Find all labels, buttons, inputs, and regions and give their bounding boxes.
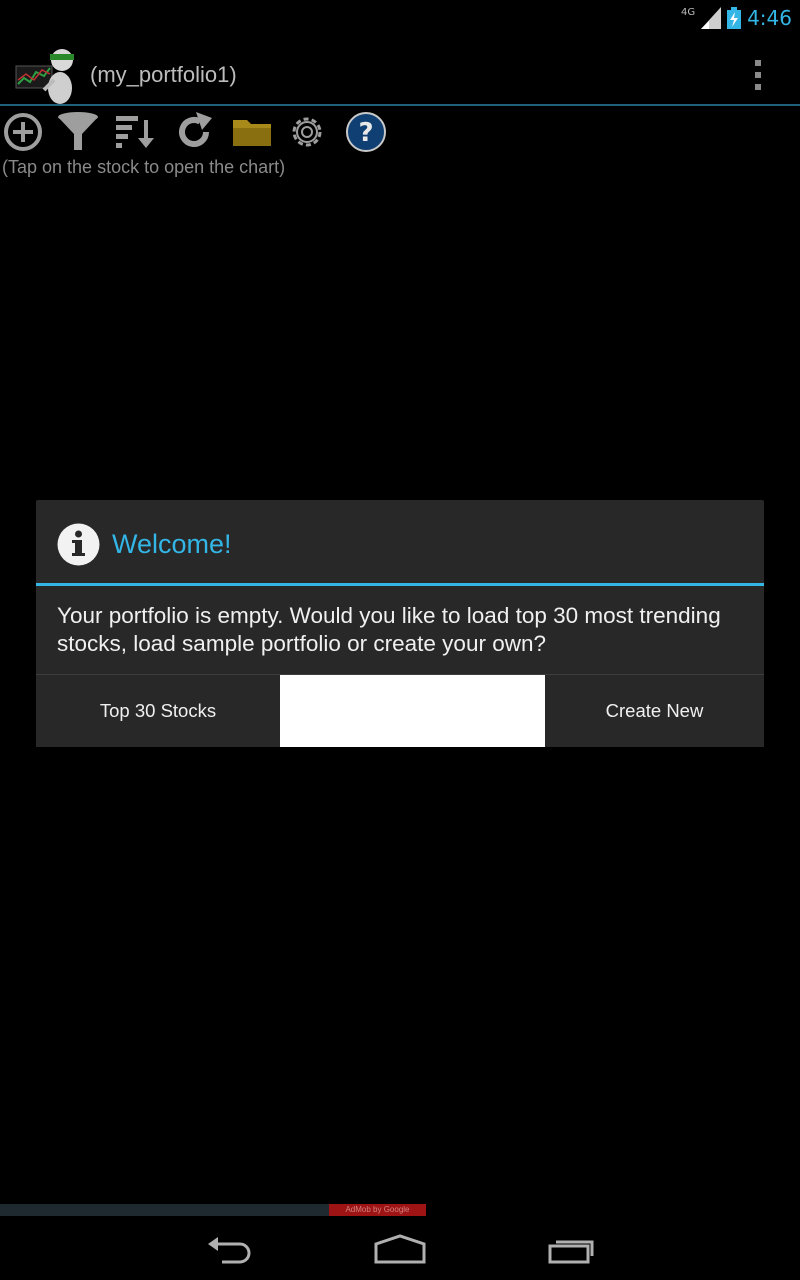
refresh-icon[interactable]	[172, 110, 216, 154]
top-30-stocks-button[interactable]: Top 30 Stocks	[36, 675, 280, 747]
action-bar: (my_portfolio1)	[0, 36, 800, 106]
hint-text: (Tap on the stock to open the chart)	[2, 157, 286, 177]
load-sample-button[interactable]	[280, 675, 545, 747]
create-new-button[interactable]: Create New	[545, 675, 764, 747]
dialog-message: Your portfolio is empty. Would you like …	[57, 603, 721, 656]
help-icon[interactable]: ?	[344, 110, 388, 154]
ad-label: AdMob by Google	[329, 1204, 426, 1216]
app-logo-icon[interactable]	[14, 44, 82, 104]
recent-apps-icon[interactable]	[542, 1230, 602, 1270]
signal-icon	[701, 7, 722, 29]
navigation-bar	[0, 1216, 800, 1280]
clock: 4:46	[747, 6, 792, 30]
home-icon[interactable]	[370, 1230, 430, 1270]
toolbar: ?	[0, 110, 420, 154]
dialog-title: Welcome!	[112, 529, 232, 559]
filter-icon[interactable]	[56, 110, 100, 154]
dialog-header: Welcome!	[36, 500, 764, 586]
status-bar: 4G 4:46	[0, 0, 800, 36]
portfolio-title: (my_portfolio1)	[90, 62, 237, 87]
status-icons: 4G 4:46	[681, 4, 792, 32]
back-icon[interactable]	[200, 1230, 260, 1270]
svg-text:?: ?	[358, 118, 373, 148]
add-icon[interactable]	[1, 110, 45, 154]
sort-icon[interactable]	[112, 110, 156, 154]
folder-icon[interactable]	[230, 110, 274, 154]
info-icon	[57, 523, 100, 566]
dialog-button-bar: Top 30 Stocks Create New	[36, 674, 764, 747]
network-type: 4G	[680, 6, 696, 18]
overflow-menu-icon[interactable]	[752, 60, 764, 90]
settings-icon[interactable]	[285, 110, 329, 154]
welcome-dialog: Welcome! Your portfolio is empty. Would …	[36, 500, 764, 747]
battery-charging-icon	[727, 7, 742, 29]
ad-banner[interactable]: AdMob by Google	[0, 1204, 426, 1216]
